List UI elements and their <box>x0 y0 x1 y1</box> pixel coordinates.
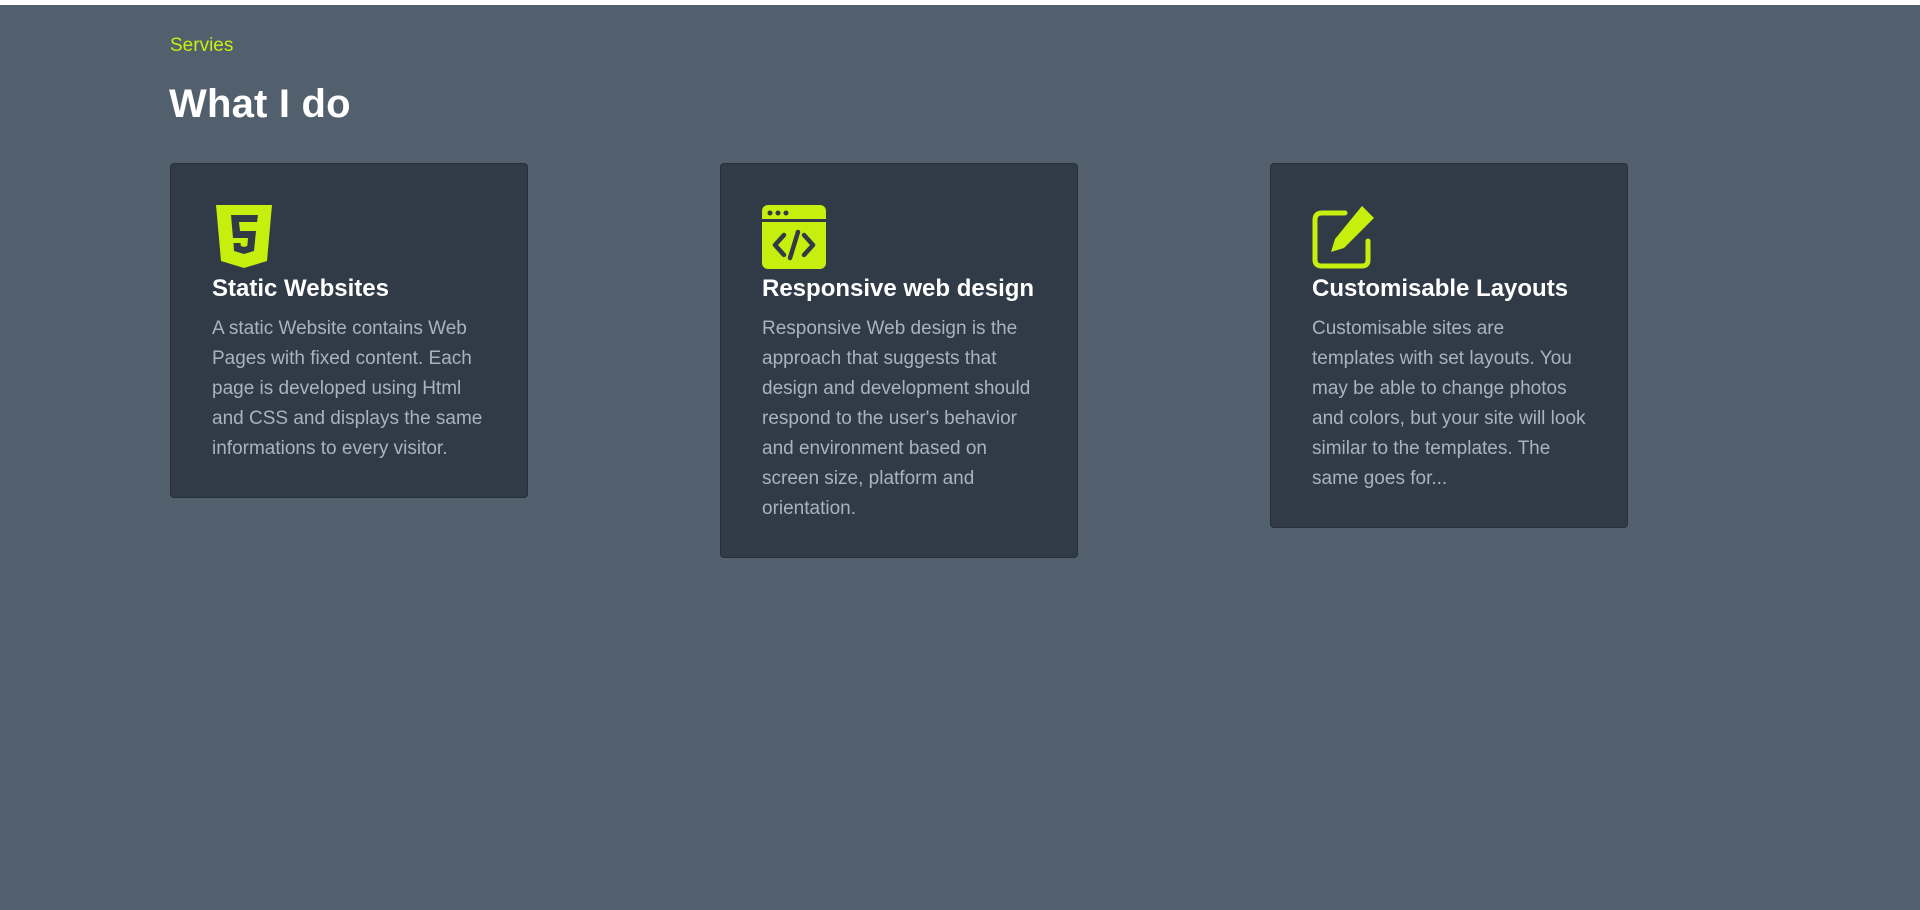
code-window-icon <box>762 205 826 269</box>
html5-icon <box>212 205 276 269</box>
section-title: What I do <box>169 82 351 126</box>
service-card-static-websites: Static Websites A static Website contain… <box>170 163 528 498</box>
service-card-responsive-web-design: Responsive web design Responsive Web des… <box>720 163 1078 558</box>
service-card-title: Static Websites <box>212 275 389 302</box>
service-card-description: Customisable sites are templates with se… <box>1312 318 1586 489</box>
service-card-title: Responsive web design <box>762 275 1035 302</box>
edit-icon <box>1312 205 1376 269</box>
services-section: Servies What I do Static Websites A stat… <box>0 5 1920 910</box>
service-card-description: Responsive Web design is the approach th… <box>762 318 1031 519</box>
service-card-title: Customisable Layouts <box>1312 275 1569 302</box>
service-card-description: A static Website contains Web Pages with… <box>212 318 483 459</box>
section-eyebrow: Servies <box>170 35 234 56</box>
service-card-customisable-layouts: Customisable Layouts Customisable sites … <box>1270 163 1628 528</box>
